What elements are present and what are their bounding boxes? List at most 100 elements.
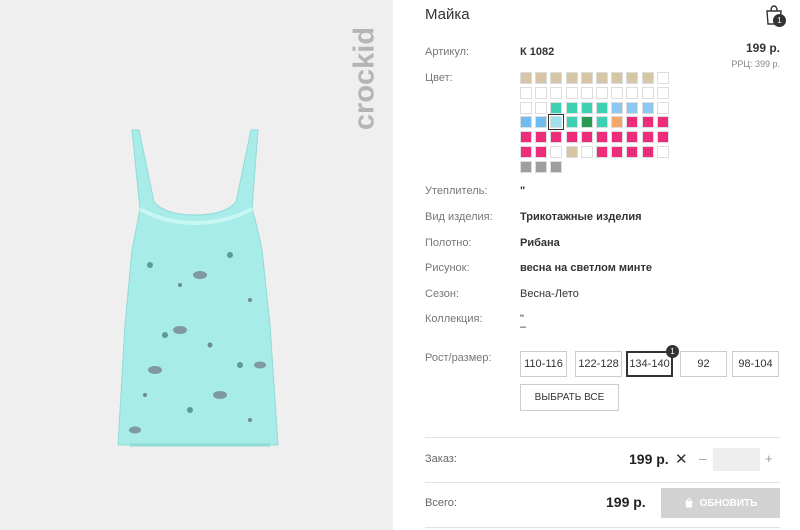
season-label: Сезон: bbox=[425, 288, 459, 300]
color-swatch[interactable] bbox=[535, 101, 548, 114]
color-swatch[interactable] bbox=[535, 86, 548, 99]
color-swatch[interactable] bbox=[596, 101, 608, 114]
color-swatch[interactable] bbox=[611, 131, 624, 144]
color-swatch[interactable] bbox=[626, 116, 639, 129]
color-swatch[interactable] bbox=[535, 131, 548, 144]
product-title: Майка bbox=[425, 6, 470, 23]
color-swatch[interactable] bbox=[626, 86, 639, 99]
color-swatch[interactable] bbox=[641, 101, 654, 114]
color-swatch[interactable] bbox=[548, 114, 565, 131]
insulation-label: Утеплитель: bbox=[425, 185, 488, 197]
size-button-92[interactable]: 92 bbox=[680, 351, 727, 377]
bag-icon bbox=[685, 498, 693, 508]
color-swatch[interactable] bbox=[626, 72, 639, 84]
color-swatch[interactable] bbox=[641, 86, 654, 99]
color-swatch[interactable] bbox=[535, 146, 548, 158]
color-swatch[interactable] bbox=[580, 72, 593, 84]
pattern-value: весна на светлом минте bbox=[520, 262, 652, 274]
color-swatch[interactable] bbox=[596, 146, 608, 158]
color-swatch[interactable] bbox=[656, 101, 669, 114]
color-swatch[interactable] bbox=[565, 101, 578, 114]
fabric-value: Рибана bbox=[520, 237, 560, 249]
color-swatch[interactable] bbox=[596, 116, 608, 129]
color-swatch[interactable] bbox=[520, 116, 532, 129]
color-swatch[interactable] bbox=[626, 146, 639, 158]
decrease-quantity-button[interactable]: – bbox=[699, 451, 706, 466]
pattern-label: Рисунок: bbox=[425, 262, 470, 274]
color-swatch[interactable] bbox=[596, 86, 608, 99]
color-swatch[interactable] bbox=[565, 131, 578, 144]
color-swatch[interactable] bbox=[656, 146, 669, 158]
color-swatch[interactable] bbox=[565, 86, 578, 99]
color-swatch[interactable] bbox=[611, 86, 624, 99]
size-count-badge: 1 bbox=[666, 345, 679, 358]
color-swatch[interactable] bbox=[535, 72, 548, 84]
brand-logo: crockid bbox=[345, 12, 385, 152]
color-swatch[interactable] bbox=[596, 72, 608, 84]
color-swatch[interactable] bbox=[641, 116, 654, 129]
order-label: Заказ: bbox=[425, 453, 457, 465]
color-swatch[interactable] bbox=[641, 72, 654, 84]
color-swatch[interactable] bbox=[580, 86, 593, 99]
color-swatch[interactable] bbox=[520, 146, 532, 158]
color-swatch[interactable] bbox=[550, 101, 563, 114]
color-swatch[interactable] bbox=[535, 160, 548, 173]
color-swatch[interactable] bbox=[535, 116, 548, 129]
collection-value-dash: – bbox=[520, 321, 527, 333]
color-swatch[interactable] bbox=[520, 101, 532, 114]
select-all-button[interactable]: ВЫБРАТЬ ВСЕ bbox=[520, 384, 619, 411]
color-swatch[interactable] bbox=[565, 72, 578, 84]
color-swatch[interactable] bbox=[550, 131, 563, 144]
total-label: Всего: bbox=[425, 497, 457, 509]
color-swatch[interactable] bbox=[580, 131, 593, 144]
type-value: Трикотажные изделия bbox=[520, 211, 642, 223]
update-button[interactable]: ОБНОВИТЬ bbox=[661, 488, 780, 518]
size-button-134-140[interactable]: 134-140 bbox=[626, 351, 673, 377]
color-swatch[interactable] bbox=[611, 146, 624, 158]
product-image[interactable] bbox=[110, 125, 285, 450]
size-label: Рост/размер: bbox=[425, 352, 492, 364]
size-button-122-128[interactable]: 122-128 bbox=[575, 351, 622, 377]
color-swatch[interactable] bbox=[580, 116, 593, 129]
color-swatch[interactable] bbox=[626, 131, 639, 144]
color-swatch[interactable] bbox=[520, 86, 532, 99]
color-swatch[interactable] bbox=[596, 131, 608, 144]
color-swatch[interactable] bbox=[641, 131, 654, 144]
color-swatch[interactable] bbox=[565, 116, 578, 129]
color-swatch[interactable] bbox=[611, 116, 624, 129]
collection-label: Коллекция: bbox=[425, 313, 483, 325]
increase-quantity-button[interactable]: + bbox=[765, 451, 773, 466]
color-swatch[interactable] bbox=[550, 86, 563, 99]
color-swatch[interactable] bbox=[550, 72, 563, 84]
size-button-98-104[interactable]: 98-104 bbox=[732, 351, 779, 377]
color-swatch[interactable] bbox=[611, 101, 624, 114]
order-price: 199 р. bbox=[629, 451, 669, 467]
fabric-label: Полотно: bbox=[425, 237, 472, 249]
quantity-input[interactable] bbox=[713, 448, 760, 471]
divider bbox=[425, 527, 780, 528]
color-swatch[interactable] bbox=[520, 72, 532, 84]
size-button-110-116[interactable]: 110-116 bbox=[520, 351, 567, 377]
product-price: 199 р. bbox=[745, 41, 780, 55]
insulation-value: " bbox=[520, 185, 526, 197]
color-swatch[interactable] bbox=[626, 101, 639, 114]
color-swatch[interactable] bbox=[641, 146, 654, 158]
color-swatch[interactable] bbox=[656, 116, 669, 129]
color-swatch[interactable] bbox=[580, 146, 593, 158]
color-swatch[interactable] bbox=[656, 72, 669, 84]
color-swatch[interactable] bbox=[565, 146, 578, 158]
cart-count-badge: 1 bbox=[773, 14, 786, 27]
total-price: 199 р. bbox=[606, 494, 646, 510]
update-button-label: ОБНОВИТЬ bbox=[699, 497, 758, 509]
color-swatch[interactable] bbox=[520, 131, 532, 144]
color-swatch[interactable] bbox=[656, 131, 669, 144]
color-swatch[interactable] bbox=[656, 86, 669, 99]
color-swatch[interactable] bbox=[580, 101, 593, 114]
brand-logo-text: crockid bbox=[348, 26, 381, 131]
divider bbox=[425, 482, 780, 483]
color-swatch[interactable] bbox=[550, 146, 563, 158]
color-swatch[interactable] bbox=[611, 72, 624, 84]
color-swatch[interactable] bbox=[550, 160, 563, 173]
color-swatch[interactable] bbox=[520, 160, 532, 173]
season-value: Весна-Лето bbox=[520, 288, 579, 300]
